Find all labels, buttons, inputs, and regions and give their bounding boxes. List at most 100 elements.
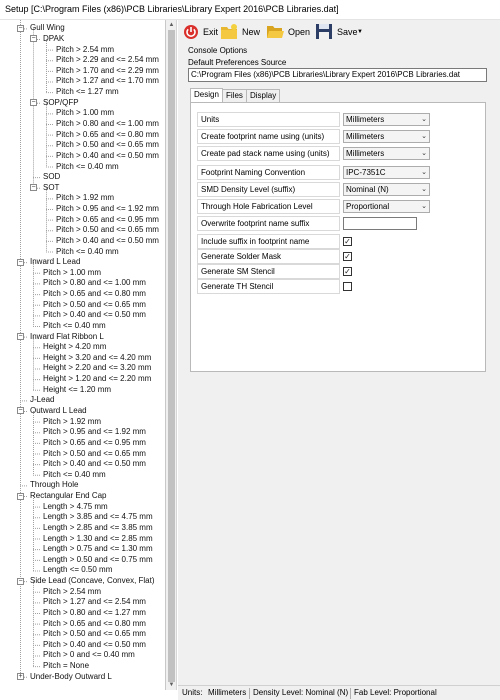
tree-node[interactable]: Gull Wing xyxy=(30,23,65,33)
collapse-icon[interactable]: − xyxy=(30,184,37,192)
chevron-down-icon[interactable]: ⌄ xyxy=(421,201,427,212)
tree-leaf[interactable]: Length > 0.50 and <= 0.75 mm xyxy=(43,555,153,565)
checkbox-unchecked[interactable] xyxy=(343,282,352,291)
tree-leaf[interactable]: Pitch > 2.29 and <= 2.54 mm xyxy=(56,55,159,65)
tree-leaf[interactable]: Pitch <= 0.40 mm xyxy=(56,162,119,172)
tree-leaf[interactable]: Pitch <= 1.27 mm xyxy=(56,87,119,97)
preferences-source-field[interactable]: C:\Program Files (x86)\PCB Libraries\Lib… xyxy=(188,68,487,82)
checkbox-checked[interactable]: ✓ xyxy=(343,252,352,261)
tree-node[interactable]: Outward L Lead xyxy=(30,406,87,416)
tree-leaf[interactable]: Pitch <= 0.40 mm xyxy=(56,247,119,257)
tree-leaf[interactable]: Pitch > 0.40 and <= 0.50 mm xyxy=(43,310,146,320)
tree-leaf[interactable]: Pitch > 0.40 and <= 0.50 mm xyxy=(43,459,146,469)
tab-files[interactable]: Files xyxy=(222,89,247,102)
tree-node[interactable]: SOP/QFP xyxy=(43,98,79,108)
tree-leaf[interactable]: Height > 4.20 mm xyxy=(43,342,106,352)
tree-leaf[interactable]: Pitch > 0.65 and <= 0.95 mm xyxy=(43,438,146,448)
collapse-icon[interactable]: − xyxy=(17,577,24,585)
scroll-up-arrow-icon[interactable]: ▲ xyxy=(166,20,177,30)
tree-leaf[interactable]: Pitch > 0.80 and <= 1.27 mm xyxy=(43,608,146,618)
property-dropdown[interactable]: Millimeters ⌄ xyxy=(343,113,430,126)
tree-leaf[interactable]: Pitch > 0.65 and <= 0.80 mm xyxy=(43,619,146,629)
tree-leaf[interactable]: Pitch > 1.70 and <= 2.29 mm xyxy=(56,66,159,76)
checkbox-checked[interactable]: ✓ xyxy=(343,237,352,246)
expand-icon[interactable]: + xyxy=(17,673,24,681)
scroll-thumb[interactable] xyxy=(168,30,175,682)
tree-leaf[interactable]: Pitch > 0.50 and <= 0.65 mm xyxy=(43,449,146,459)
tree-leaf[interactable]: Pitch > 0.65 and <= 0.80 mm xyxy=(56,130,159,140)
tree-leaf[interactable]: Pitch > 2.54 mm xyxy=(56,45,114,55)
tree-node[interactable]: DPAK xyxy=(43,34,64,44)
tree-node[interactable]: SOT xyxy=(43,183,59,193)
collapse-icon[interactable]: − xyxy=(30,99,37,107)
tree-node[interactable]: Under-Body Outward L xyxy=(30,672,112,682)
chevron-down-icon[interactable]: ⌄ xyxy=(421,148,427,159)
tree-leaf[interactable]: Pitch = None xyxy=(43,661,89,671)
floppy-disk-icon xyxy=(316,24,332,39)
tree-leaf[interactable]: Pitch > 1.27 and <= 1.70 mm xyxy=(56,76,159,86)
category-tree[interactable]: Gull Wing − DPAK − Pitch > 2.54 mm Pitch > 2.… xyxy=(0,20,166,690)
tree-leaf[interactable]: Pitch > 0.65 and <= 0.95 mm xyxy=(56,215,159,225)
property-label: Create pad stack name using (units) xyxy=(197,146,340,161)
tree-leaf[interactable]: Pitch > 0.65 and <= 0.80 mm xyxy=(43,289,146,299)
tree-node[interactable]: Side Lead (Concave, Convex, Flat) xyxy=(30,576,155,586)
tree-leaf[interactable]: Pitch > 0.50 and <= 0.65 mm xyxy=(43,629,146,639)
collapse-icon[interactable]: − xyxy=(17,492,24,500)
tree-leaf[interactable]: Pitch > 0.40 and <= 0.50 mm xyxy=(56,151,159,161)
tree-leaf[interactable]: Length > 0.75 and <= 1.30 mm xyxy=(43,544,153,554)
suffix-text-input[interactable] xyxy=(343,217,417,230)
chevron-down-icon[interactable]: ⌄ xyxy=(421,114,427,125)
property-dropdown[interactable]: IPC-7351C ⌄ xyxy=(343,166,430,179)
tree-leaf[interactable]: Pitch > 0.50 and <= 0.65 mm xyxy=(56,225,159,235)
collapse-icon[interactable]: − xyxy=(17,258,24,266)
tree-leaf[interactable]: Height > 1.20 and <= 2.20 mm xyxy=(43,374,151,384)
tree-leaf[interactable]: Pitch > 0.40 and <= 0.50 mm xyxy=(56,236,159,246)
tree-leaf[interactable]: Length > 3.85 and <= 4.75 mm xyxy=(43,512,153,522)
tree-node[interactable]: Inward L Lead xyxy=(30,257,80,267)
tree-node[interactable]: Rectangular End Cap xyxy=(30,491,107,501)
tree-leaf[interactable]: Pitch > 1.92 mm xyxy=(43,417,101,427)
tree-leaf[interactable]: Pitch > 1.00 mm xyxy=(43,268,101,278)
property-dropdown[interactable]: Millimeters ⌄ xyxy=(343,147,430,160)
tree-scrollbar[interactable]: ▲ ▼ xyxy=(166,20,177,690)
tree-leaf[interactable]: Length > 1.30 and <= 2.85 mm xyxy=(43,534,153,544)
tree-leaf[interactable]: Pitch > 0.80 and <= 1.00 mm xyxy=(56,119,159,129)
tree-leaf[interactable]: Length > 4.75 mm xyxy=(43,502,108,512)
tree-leaf[interactable]: Pitch <= 0.40 mm xyxy=(43,321,106,331)
property-dropdown[interactable]: Millimeters ⌄ xyxy=(343,130,430,143)
tree-leaf[interactable]: Pitch > 2.54 mm xyxy=(43,587,101,597)
tree-node[interactable]: SOD xyxy=(43,172,60,182)
tree-node[interactable]: Through Hole xyxy=(30,480,78,490)
tree-leaf[interactable]: Pitch > 1.27 and <= 2.54 mm xyxy=(43,597,146,607)
tree-leaf[interactable]: Pitch > 0.40 and <= 0.50 mm xyxy=(43,640,146,650)
tree-leaf[interactable]: Height > 3.20 and <= 4.20 mm xyxy=(43,353,151,363)
collapse-icon[interactable]: − xyxy=(17,333,24,341)
tree-leaf[interactable]: Pitch <= 0.40 mm xyxy=(43,470,106,480)
checkbox-checked[interactable]: ✓ xyxy=(343,267,352,276)
tab-design[interactable]: Design xyxy=(190,88,223,102)
property-dropdown[interactable]: Nominal (N) ⌄ xyxy=(343,183,430,196)
collapse-icon[interactable]: − xyxy=(17,407,24,415)
tree-leaf[interactable]: Height <= 1.20 mm xyxy=(43,385,111,395)
property-dropdown[interactable]: Proportional ⌄ xyxy=(343,200,430,213)
tree-leaf[interactable]: Pitch > 0 and <= 0.40 mm xyxy=(43,650,135,660)
tree-leaf[interactable]: Pitch > 0.50 and <= 0.65 mm xyxy=(56,140,159,150)
tree-leaf[interactable]: Height > 2.20 and <= 3.20 mm xyxy=(43,363,151,373)
chevron-down-icon[interactable]: ⌄ xyxy=(421,184,427,195)
tree-leaf[interactable]: Length > 2.85 and <= 3.85 mm xyxy=(43,523,153,533)
tree-leaf[interactable]: Pitch > 0.95 and <= 1.92 mm xyxy=(56,204,159,214)
collapse-icon[interactable]: − xyxy=(30,35,37,43)
tree-leaf[interactable]: Pitch > 0.95 and <= 1.92 mm xyxy=(43,427,146,437)
tab-display[interactable]: Display xyxy=(246,89,281,102)
tree-node[interactable]: J-Lead xyxy=(30,395,54,405)
chevron-down-icon[interactable]: ⌄ xyxy=(421,131,427,142)
tree-leaf[interactable]: Pitch > 1.00 mm xyxy=(56,108,114,118)
chevron-down-icon[interactable]: ⌄ xyxy=(421,167,427,178)
tree-leaf[interactable]: Pitch > 0.80 and <= 1.00 mm xyxy=(43,278,146,288)
collapse-icon[interactable]: − xyxy=(17,24,24,32)
tree-node[interactable]: Inward Flat Ribbon L xyxy=(30,332,104,342)
tree-leaf[interactable]: Length <= 0.50 mm xyxy=(43,565,112,575)
tree-leaf[interactable]: Pitch > 1.92 mm xyxy=(56,193,114,203)
scroll-down-arrow-icon[interactable]: ▼ xyxy=(166,680,177,690)
tree-leaf[interactable]: Pitch > 0.50 and <= 0.65 mm xyxy=(43,300,146,310)
